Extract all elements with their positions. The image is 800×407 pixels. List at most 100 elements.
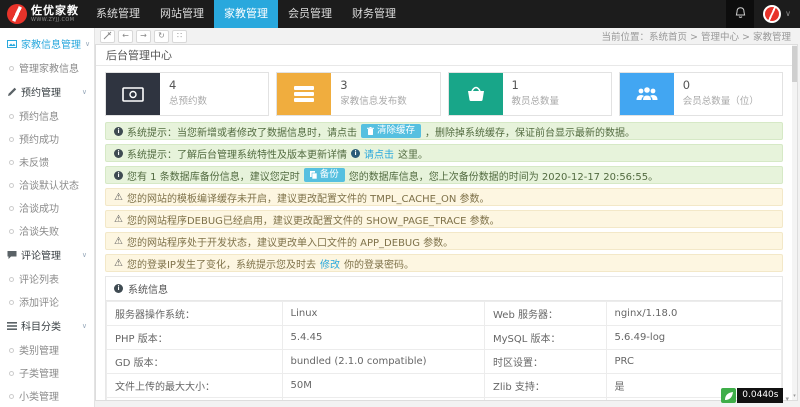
avatar bbox=[763, 5, 781, 23]
alert-version-info: i 系统提示：了解后台管理系统特性及版本更新详情 i 请点击 这里。 bbox=[105, 144, 783, 162]
sidebar-item-booking-info[interactable]: 预约信息 bbox=[0, 104, 94, 127]
sidebar-section-comments[interactable]: 评论管理 ∨ bbox=[0, 242, 94, 267]
pin-icon bbox=[103, 31, 112, 42]
main-panel: 后台管理中心 4 总预约数 3 家教信息发布数 bbox=[95, 44, 798, 401]
scrollbar-thumb[interactable] bbox=[792, 46, 797, 82]
card-info: 3 家教信息发布数 bbox=[331, 73, 416, 115]
scroll-down-arrow[interactable]: ▾ bbox=[792, 392, 797, 400]
alert-text: 您有 1 条数据库备份信息，建议您定时 bbox=[127, 168, 300, 183]
card-label: 会员总数量（位） bbox=[683, 97, 759, 107]
table-cell: nginx/1.18.0 bbox=[606, 302, 782, 326]
backup-button[interactable]: 备份 bbox=[304, 168, 345, 182]
sidebar-item-booking-success[interactable]: 预约成功 bbox=[0, 127, 94, 150]
sidebar-item-negotiation-fail[interactable]: 洽谈失败 bbox=[0, 219, 94, 242]
card-value: 0 bbox=[683, 80, 759, 92]
alert-text: ，删除掉系统缓存，保证前台显示最新的数据。 bbox=[425, 124, 635, 139]
nav-item-tutor[interactable]: 家教管理 bbox=[214, 0, 278, 28]
tab-bar: 后台管理中心 bbox=[96, 45, 797, 66]
sidebar-section-tutor-info[interactable]: 家教信息管理 ∨ bbox=[0, 31, 94, 56]
main-nav: 系统管理 网站管理 家教管理 会员管理 财务管理 bbox=[86, 0, 406, 28]
pencil-icon bbox=[7, 87, 17, 97]
sidebar-item-subcategory-mgmt[interactable]: 子类管理 bbox=[0, 361, 94, 384]
nav-item-system[interactable]: 系统管理 bbox=[86, 0, 150, 28]
card-label: 教员总数量 bbox=[512, 97, 560, 107]
stat-cards: 4 总预约数 3 家教信息发布数 1 教员总数量 bbox=[105, 72, 783, 116]
money-icon bbox=[106, 73, 160, 115]
sidebar-item-negotiation-default[interactable]: 洽谈默认状态 bbox=[0, 173, 94, 196]
notifications-button[interactable] bbox=[726, 0, 754, 28]
sidebar-item-comment-list[interactable]: 评论列表 bbox=[0, 267, 94, 290]
sidebar-item-minor-category-mgmt[interactable]: 小类管理 bbox=[0, 384, 94, 407]
nav-item-website[interactable]: 网站管理 bbox=[150, 0, 214, 28]
section-label: 评论管理 bbox=[21, 247, 61, 262]
table-row: GD 版本： bundled (2.1.0 compatible) 时区设置： … bbox=[107, 350, 782, 374]
forward-button[interactable]: → bbox=[136, 30, 151, 43]
nav-item-member[interactable]: 会员管理 bbox=[278, 0, 342, 28]
info-icon: i bbox=[114, 149, 123, 158]
stat-card-teachers: 1 教员总数量 bbox=[448, 72, 612, 116]
info-icon: i bbox=[351, 149, 360, 158]
table-row: PHP 版本： 5.4.45 MySQL 版本： 5.6.49-log bbox=[107, 326, 782, 350]
chevron-down-icon: ∨ bbox=[85, 40, 90, 48]
table-row: 文件上传的最大大小： 50M Zlib 支持： 是 bbox=[107, 374, 782, 398]
system-info-title: 系统信息 bbox=[128, 281, 168, 296]
sidebar-section-subjects[interactable]: 科目分类 ∨ bbox=[0, 313, 94, 338]
alert-debug-enabled: ⚠ 您的网站程序DEBUG已经启用，建议更改配置文件的 SHOW_PAGE_TR… bbox=[105, 210, 783, 228]
chevron-down-icon: ∨ bbox=[82, 322, 87, 330]
card-value: 4 bbox=[169, 80, 207, 92]
table-cell: bundled (2.1.0 compatible) bbox=[282, 350, 485, 374]
sidebar-item-add-comment[interactable]: 添加评论 bbox=[0, 290, 94, 313]
brand[interactable]: 佐优家教 WWW.ZYJJ.COM bbox=[0, 0, 86, 28]
nav-item-finance[interactable]: 财务管理 bbox=[342, 0, 406, 28]
user-menu[interactable]: ∨ bbox=[754, 0, 800, 28]
warning-icon: ⚠ bbox=[114, 192, 123, 203]
card-info: 1 教员总数量 bbox=[503, 73, 569, 115]
change-password-link[interactable]: 修改 bbox=[320, 256, 340, 271]
pin-button[interactable] bbox=[100, 30, 115, 43]
table-cell: 语言： bbox=[107, 398, 283, 402]
card-label: 家教信息发布数 bbox=[340, 97, 407, 107]
system-info-table: 服务器操作系统： Linux Web 服务器： nginx/1.18.0 PHP… bbox=[106, 301, 782, 401]
sidebar: 家教信息管理 ∨ 管理家教信息 预约管理 ∨ 预约信息 预约成功 未反馈 洽谈默… bbox=[0, 28, 95, 407]
trace-badge[interactable]: 0.0440s ▾ bbox=[721, 388, 789, 403]
info-icon: i bbox=[114, 171, 123, 180]
panel-body: 4 总预约数 3 家教信息发布数 1 教员总数量 bbox=[96, 66, 797, 401]
alert-clear-cache: i 系统提示：当您新增或者修改了数据信息时，请点击 清除缓存 ，删除掉系统缓存，… bbox=[105, 122, 783, 140]
stat-card-members: 0 会员总数量（位） bbox=[619, 72, 783, 116]
system-info-section: i 系统信息 服务器操作系统： Linux Web 服务器： nginx/1.1… bbox=[105, 276, 783, 401]
alert-text: 您的数据库信息，您上次备份数据的时间为 2020-12-17 20:56:55。 bbox=[349, 168, 658, 183]
comment-icon bbox=[7, 250, 17, 260]
clear-cache-button[interactable]: 清除缓存 bbox=[361, 124, 421, 138]
card-info: 0 会员总数量（位） bbox=[674, 73, 768, 115]
sidebar-item-manage-tutor-info[interactable]: 管理家教信息 bbox=[0, 56, 94, 79]
leaf-icon bbox=[721, 388, 736, 403]
table-cell: 文件上传的最大大小： bbox=[107, 374, 283, 398]
copy-icon bbox=[310, 171, 317, 179]
fullscreen-button[interactable]: ∷ bbox=[172, 30, 187, 43]
breadcrumb: 当前位置：系统首页 > 管理中心 > 家教管理 bbox=[602, 29, 796, 43]
alert-dev-mode: ⚠ 您的网站程序处于开发状态，建议更改单入口文件的 APP_DEBUG 参数。 bbox=[105, 232, 783, 250]
tab-admin-center[interactable]: 后台管理中心 bbox=[96, 45, 182, 65]
info-icon: i bbox=[114, 127, 123, 136]
table-cell: 编码： bbox=[485, 398, 607, 402]
sidebar-item-negotiation-success[interactable]: 洽谈成功 bbox=[0, 196, 94, 219]
scrollbar[interactable]: ▾ bbox=[792, 45, 797, 400]
content-toolbar: ← → ↻ ∷ 当前位置：系统首页 > 管理中心 > 家教管理 bbox=[95, 28, 800, 44]
please-click-link[interactable]: 请点击 bbox=[364, 146, 394, 161]
table-cell: ZH-CN bbox=[282, 398, 485, 402]
refresh-button[interactable]: ↻ bbox=[154, 30, 169, 43]
brand-logo-icon bbox=[7, 4, 27, 24]
brand-subtitle: WWW.ZYJJ.COM bbox=[31, 18, 79, 23]
sidebar-item-category-mgmt[interactable]: 类别管理 bbox=[0, 338, 94, 361]
sidebar-section-booking[interactable]: 预约管理 ∨ bbox=[0, 79, 94, 104]
info-icon: i bbox=[114, 284, 123, 293]
table-cell: 时区设置： bbox=[485, 350, 607, 374]
table-cell: Web 服务器： bbox=[485, 302, 607, 326]
table-cell: Linux bbox=[282, 302, 485, 326]
table-cell: MySQL 版本： bbox=[485, 326, 607, 350]
top-navbar: 佐优家教 WWW.ZYJJ.COM 系统管理 网站管理 家教管理 会员管理 财务… bbox=[0, 0, 800, 28]
back-button[interactable]: ← bbox=[118, 30, 133, 43]
alert-text: 系统提示：当您新增或者修改了数据信息时，请点击 bbox=[127, 124, 357, 139]
caret-down-icon: ▾ bbox=[785, 395, 789, 403]
sidebar-item-no-feedback[interactable]: 未反馈 bbox=[0, 150, 94, 173]
